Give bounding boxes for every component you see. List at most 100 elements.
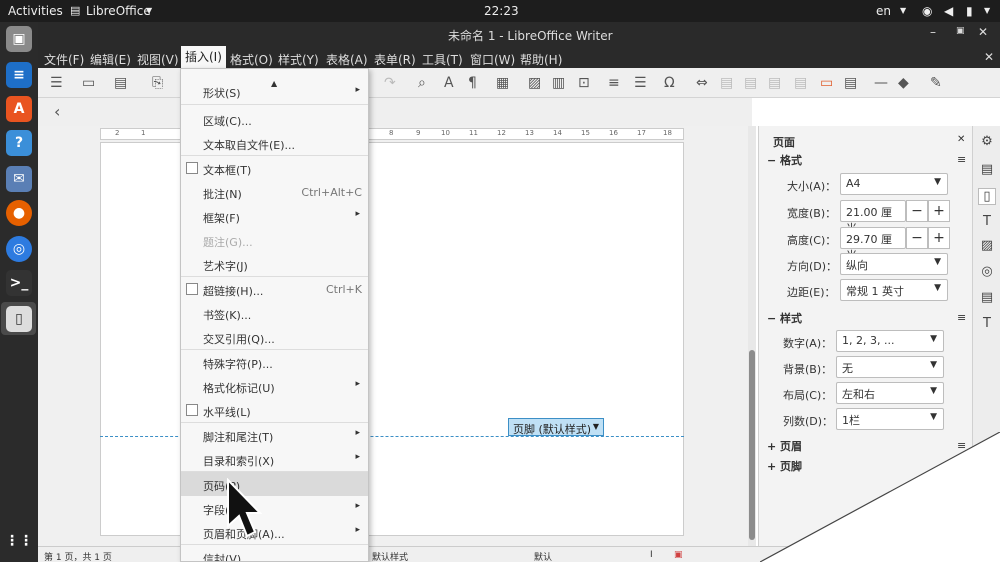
menu-item-envelope[interactable]: 信封(V)... xyxy=(181,545,368,561)
export-icon[interactable]: ⎘ xyxy=(152,75,163,91)
files-icon[interactable]: ▣ xyxy=(6,26,32,52)
hyperlink-icon[interactable]: ⇔ xyxy=(696,75,708,91)
menu-item-toc-index[interactable]: 目录和索引(X) ▸ xyxy=(181,447,368,471)
insert-line-icon[interactable]: — xyxy=(874,75,888,91)
insert-image-icon[interactable]: ▨ xyxy=(528,75,541,91)
height-increase-button[interactable]: + xyxy=(928,227,950,249)
format-more-icon[interactable]: ≡ xyxy=(957,153,966,166)
menu-item-hyperlink[interactable]: 超链接(H)... Ctrl+K xyxy=(181,277,368,301)
menu-item-field[interactable]: 字段(D) ▸ xyxy=(181,496,368,520)
insert-field-icon[interactable]: ☰ xyxy=(634,75,647,91)
menu-item-cross-reference[interactable]: 交叉引用(Q)... xyxy=(181,325,368,349)
properties-tab-icon[interactable]: ▤ xyxy=(978,162,996,177)
page-tab-icon[interactable]: ▯ xyxy=(978,188,996,205)
menu-item-formatting-mark[interactable]: 格式化标记(U) ▸ xyxy=(181,374,368,398)
menu-insert[interactable]: 插入(I) xyxy=(181,46,226,68)
mail-icon[interactable]: ✉ xyxy=(6,166,32,192)
system-menu-chevron-icon[interactable]: ▼ xyxy=(984,6,990,15)
menu-item-header-footer[interactable]: 页眉和页脚(A)... ▸ xyxy=(181,520,368,544)
background-select[interactable]: 无 ▼ xyxy=(836,356,944,378)
menu-table[interactable]: 表格(A) xyxy=(326,51,368,68)
menu-item-page-number[interactable]: 页码(P) xyxy=(181,472,368,496)
orientation-select[interactable]: 纵向 ▼ xyxy=(840,253,948,275)
menu-item-fontwork[interactable]: 艺术字(J) xyxy=(181,252,368,276)
document-modified-icon[interactable]: ▣ xyxy=(674,550,683,560)
close-window-icon[interactable]: ✕ xyxy=(978,25,988,39)
language-status[interactable]: 默认 xyxy=(534,550,552,562)
minimize-icon[interactable]: – xyxy=(930,25,936,39)
menu-item-caption[interactable]: 题注(G)... xyxy=(181,228,368,252)
menu-item-frame[interactable]: 框架(F) ▸ xyxy=(181,204,368,228)
width-increase-button[interactable]: + xyxy=(928,200,950,222)
sidebar-settings-icon[interactable]: ⚙ xyxy=(978,134,996,149)
page-style[interactable]: 默认样式 xyxy=(372,550,408,562)
height-decrease-button[interactable]: − xyxy=(906,227,928,249)
gallery-tab-icon[interactable]: ▨ xyxy=(978,238,996,253)
page-break-icon[interactable]: ≡ xyxy=(608,75,620,91)
insert-table-icon[interactable]: ▦ xyxy=(496,75,509,91)
close-document-icon[interactable]: ✕ xyxy=(984,50,994,64)
menu-item-footnote-endnote[interactable]: 脚注和尾注(T) ▸ xyxy=(181,423,368,447)
writer-icon[interactable]: ≡ xyxy=(6,62,32,88)
sidebar-close-icon[interactable]: ✕ xyxy=(957,134,965,145)
basic-shapes-icon[interactable]: ◆ xyxy=(898,75,909,91)
show-apps-icon[interactable]: ⋮⋮ xyxy=(5,528,33,554)
menu-form[interactable]: 表单(R) xyxy=(374,51,416,68)
activities-button[interactable]: Activities xyxy=(8,4,63,18)
menu-file[interactable]: 文件(F) xyxy=(44,51,84,68)
volume-icon[interactable]: ◀ xyxy=(944,4,953,18)
footnote-icon[interactable]: ▤ xyxy=(720,75,733,91)
insert-mode-icon[interactable]: I xyxy=(650,550,653,560)
menu-item-text-box[interactable]: 文本框(T) xyxy=(181,156,368,180)
vertical-scrollbar-thumb[interactable] xyxy=(749,350,755,540)
software-center-icon[interactable]: A xyxy=(6,96,32,122)
cross-reference-icon[interactable]: ▤ xyxy=(794,75,807,91)
maximize-icon[interactable]: ▣ xyxy=(956,26,965,36)
wifi-icon[interactable]: ◉ xyxy=(922,4,932,18)
comment-icon[interactable]: ▭ xyxy=(820,75,833,91)
app-menu-label[interactable]: LibreOffice xyxy=(86,4,151,18)
terminal-icon[interactable]: >_ xyxy=(6,270,32,296)
number-format-select[interactable]: 1, 2, 3, ... ▼ xyxy=(836,330,944,352)
styles-more-icon[interactable]: ≡ xyxy=(957,311,966,324)
layout-select[interactable]: 左和右 ▼ xyxy=(836,382,944,404)
clock[interactable]: 22:23 xyxy=(484,4,519,18)
chrome-icon[interactable]: ◎ xyxy=(6,236,32,262)
format-section-toggle[interactable]: − 格式 xyxy=(767,152,802,168)
menu-item-special-character[interactable]: 特殊字符(P)... xyxy=(181,350,368,374)
insert-textbox-icon[interactable]: ⊡ xyxy=(578,75,590,91)
help-icon[interactable]: ? xyxy=(6,130,32,156)
menu-item-comment[interactable]: 批注(N) Ctrl+Alt+C xyxy=(181,180,368,204)
bookmark-icon[interactable]: ▤ xyxy=(768,75,781,91)
menu-item-section[interactable]: 区域(C)... xyxy=(181,107,368,131)
menu-item-horizontal-line[interactable]: 水平线(L) xyxy=(181,398,368,422)
open-icon[interactable]: ▭ xyxy=(82,75,95,91)
page-count[interactable]: 第 1 页，共 1 页 xyxy=(44,550,112,562)
menu-help[interactable]: 帮助(H) xyxy=(520,51,562,68)
document-icon[interactable]: ▯ xyxy=(6,306,32,332)
styles-section-toggle[interactable]: − 样式 xyxy=(767,310,802,326)
save-icon[interactable]: ▤ xyxy=(114,75,127,91)
columns-select[interactable]: 1栏 ▼ xyxy=(836,408,944,430)
menu-edit[interactable]: 编辑(E) xyxy=(90,51,131,68)
menu-tools[interactable]: 工具(T) xyxy=(422,51,463,68)
find-replace-icon[interactable]: ⌕ xyxy=(418,75,426,91)
navigator-tab-icon[interactable]: ◎ xyxy=(978,264,996,279)
formatting-marks-icon[interactable]: ¶ xyxy=(468,75,477,91)
menu-view[interactable]: 视图(V) xyxy=(137,51,179,68)
footer-tag-button[interactable]: 页脚 (默认样式) ▼ xyxy=(508,418,604,436)
firefox-icon[interactable]: ● xyxy=(6,200,32,226)
spelling-icon[interactable]: A xyxy=(444,75,454,91)
design-tab-icon[interactable]: T xyxy=(978,316,996,331)
manage-changes-icon[interactable]: ▤ xyxy=(978,290,996,305)
battery-icon[interactable]: ▮ xyxy=(966,4,973,18)
margins-select[interactable]: 常规 1 英寸 ▼ xyxy=(840,279,948,301)
insert-chart-icon[interactable]: ▥ xyxy=(552,75,565,91)
menu-item-text-from-file[interactable]: 文本取自文件(E)... xyxy=(181,131,368,155)
back-arrow-icon[interactable]: ‹ xyxy=(54,102,60,121)
language-indicator[interactable]: en xyxy=(876,4,891,18)
width-decrease-button[interactable]: − xyxy=(906,200,928,222)
redo-icon[interactable]: ↷ xyxy=(384,75,396,91)
draw-functions-icon[interactable]: ✎ xyxy=(930,75,942,91)
special-character-icon[interactable]: Ω xyxy=(664,75,675,91)
